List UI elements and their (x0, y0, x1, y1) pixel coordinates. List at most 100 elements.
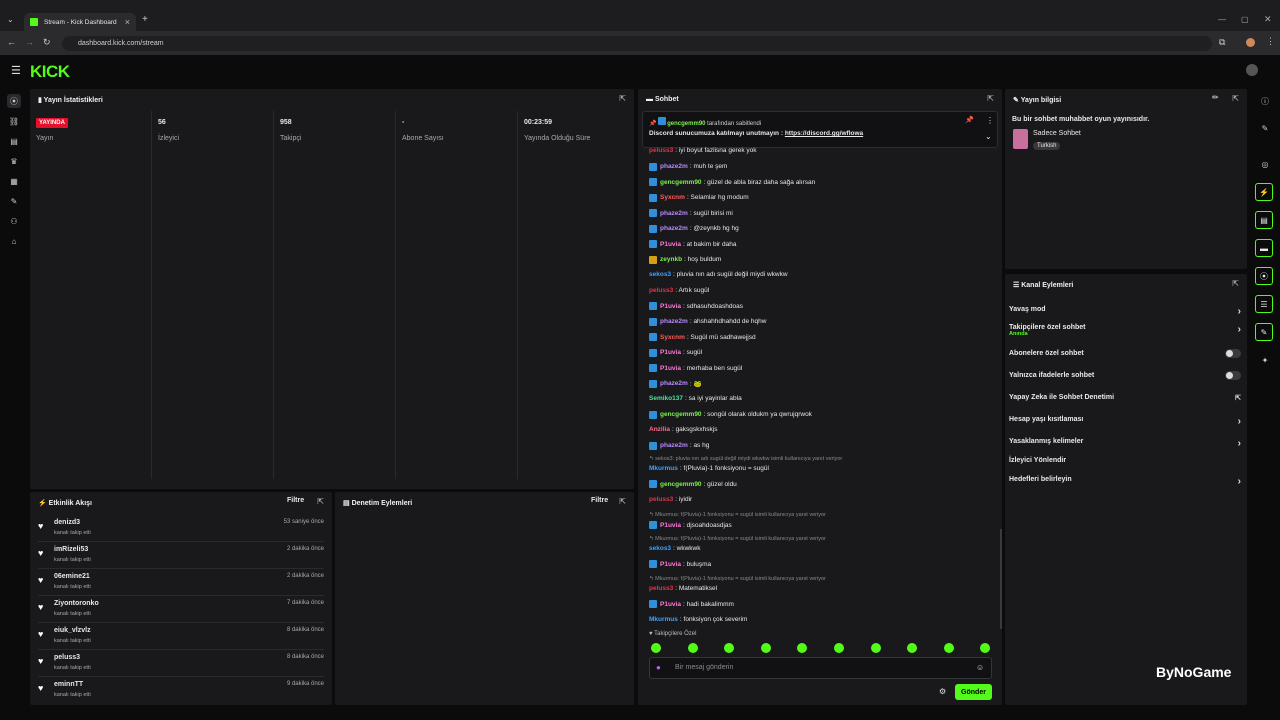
chat-username[interactable]: phaze2m (660, 318, 688, 325)
chat-username[interactable]: phaze2m (660, 210, 688, 217)
chat-username[interactable]: Syxcnm (660, 334, 685, 341)
toggle-switch[interactable] (1225, 371, 1241, 380)
unpin-icon[interactable]: 📌 (965, 116, 974, 124)
follower-name[interactable]: eminnTT (54, 681, 83, 688)
chat-username[interactable]: peluss3 (649, 585, 673, 592)
external-link-icon[interactable]: ⇱ (1235, 394, 1241, 402)
edit-icon[interactable]: ✏ (1212, 93, 1219, 102)
channel-action-item[interactable]: Takipçilere özel sohbet Anında › (1009, 324, 1241, 337)
chevron-right-icon[interactable]: › (1238, 416, 1241, 427)
follower-name[interactable]: eiuk_vlzvlz (54, 627, 91, 634)
toggle-switch[interactable] (1225, 349, 1241, 358)
chat-username[interactable]: zeynkb (660, 256, 682, 263)
mic-icon[interactable]: ● (656, 663, 661, 672)
channel-action-item[interactable]: Abonelere özel sohbet (1009, 349, 1241, 358)
channel-action-item[interactable]: Yalnızca ifadelerle sohbet (1009, 371, 1241, 380)
chat-username[interactable]: sekos3 (649, 545, 671, 552)
emote-icon[interactable] (760, 643, 771, 653)
chat-icon[interactable]: ▬ (1255, 239, 1273, 257)
emote-icon[interactable] (651, 643, 661, 653)
channel-action-item[interactable]: Yasaklanmış kelimeler › (1009, 438, 1241, 449)
chat-username[interactable]: phaze2m (660, 163, 688, 170)
channel-action-item[interactable]: İzleyici Yönlendir (1009, 457, 1241, 464)
chat-username[interactable]: P1uvia (660, 303, 681, 310)
category-name[interactable]: Sadece Sohbet (1033, 130, 1081, 137)
moderation-filter-button[interactable]: Filtre (591, 497, 608, 504)
chat-username[interactable]: phaze2m (660, 225, 688, 232)
follower-name[interactable]: Ziyontoronko (54, 600, 99, 607)
document-icon[interactable]: ▤ (1255, 211, 1273, 229)
tab-list-icon[interactable]: ⌄ (7, 15, 14, 24)
channel-action-item[interactable]: Hedefleri belirleyin › (1009, 476, 1241, 487)
bolt-icon[interactable]: ⚡ (1255, 183, 1273, 201)
popout-icon[interactable]: ⇱ (987, 94, 994, 103)
pencil-icon[interactable]: ✎ (1258, 121, 1272, 135)
browser-tab[interactable]: Stream - Kick Dashboard × (24, 13, 136, 31)
minimize-icon[interactable]: — (1218, 15, 1226, 24)
popout-icon[interactable]: ⇱ (619, 497, 626, 506)
chat-username[interactable]: phaze2m (660, 442, 688, 449)
close-window-icon[interactable]: ✕ (1264, 14, 1272, 25)
chevron-right-icon[interactable]: › (1238, 438, 1241, 449)
chat-username[interactable]: peluss3 (649, 147, 673, 154)
follower-name[interactable]: denizd3 (54, 519, 80, 526)
user-avatar[interactable] (1246, 64, 1258, 76)
wrench-icon[interactable]: ✎ (1255, 323, 1273, 341)
chat-input[interactable]: ● Bir mesaj gönderin ☺ (649, 657, 992, 679)
chat-username[interactable]: Semiko137 (649, 395, 683, 402)
chat-username[interactable]: phaze2m (660, 380, 688, 387)
activity-filter-button[interactable]: Filtre (287, 497, 304, 504)
chat-settings-icon[interactable]: ⚙ (939, 687, 946, 696)
wrench-icon[interactable]: ✎ (7, 194, 21, 208)
chat-scrollbar[interactable] (1000, 529, 1002, 629)
address-input[interactable]: dashboard.kick.com/stream (62, 36, 1212, 51)
channel-action-item[interactable]: Hesap yaşı kısıtlaması › (1009, 416, 1241, 427)
popout-icon[interactable]: ⇱ (1232, 94, 1239, 103)
chat-username[interactable]: P1uvia (660, 349, 681, 356)
chat-username[interactable]: P1uvia (660, 522, 681, 529)
chat-username[interactable]: Mkurmus (649, 616, 678, 623)
more-options-icon[interactable]: ⋮ (986, 116, 994, 125)
back-icon[interactable]: ← (7, 37, 16, 47)
chat-username[interactable]: P1uvia (660, 561, 681, 568)
add-widget-icon[interactable]: ✦ (1258, 353, 1272, 367)
close-tab-icon[interactable]: × (125, 17, 130, 27)
kick-logo[interactable]: KICK (30, 62, 70, 82)
popout-icon[interactable]: ⇱ (1232, 279, 1239, 288)
chat-username[interactable]: Anzilia (649, 426, 670, 433)
hamburger-menu-icon[interactable]: ☰ (11, 64, 21, 77)
maximize-icon[interactable]: ▢ (1241, 15, 1249, 24)
chat-username[interactable]: gencgemm90 (660, 179, 702, 186)
emote-icon[interactable] (834, 643, 844, 653)
send-button[interactable]: Gönder (955, 684, 992, 700)
chevron-right-icon[interactable]: › (1238, 476, 1241, 487)
forward-icon[interactable]: → (25, 37, 34, 47)
emote-icon[interactable] (687, 643, 698, 653)
community-icon[interactable]: ⌂ (7, 234, 21, 248)
reload-icon[interactable]: ↻ (43, 37, 51, 48)
pinned-link[interactable]: https://discord.gg/wflowa (785, 130, 863, 137)
clip-icon[interactable]: ▦ (7, 174, 21, 188)
stream-icon[interactable]: ⦿ (7, 94, 21, 108)
chat-username[interactable]: P1uvia (660, 601, 681, 608)
popout-icon[interactable]: ⇱ (619, 94, 626, 103)
new-tab-button[interactable]: + (142, 14, 148, 25)
chevron-right-icon[interactable]: › (1238, 324, 1241, 335)
chevron-down-icon[interactable]: ⌄ (985, 132, 992, 141)
emoji-icon[interactable]: ☺ (976, 663, 984, 672)
chevron-right-icon[interactable]: › (1238, 306, 1241, 317)
list-icon[interactable]: ☰ (1255, 295, 1273, 313)
profile-avatar[interactable] (1246, 38, 1255, 47)
chat-username[interactable]: Syxcnm (660, 194, 685, 201)
channel-action-item[interactable]: Yavaş mod › (1009, 306, 1241, 317)
info-icon[interactable]: ⓘ (1258, 94, 1272, 108)
chat-username[interactable]: peluss3 (649, 287, 673, 294)
chat-username[interactable]: peluss3 (649, 496, 673, 503)
trophy-icon[interactable]: ♛ (7, 154, 21, 168)
chat-username[interactable]: gencgemm90 (660, 481, 702, 488)
camera-icon[interactable]: ◎ (1258, 157, 1272, 171)
video-icon[interactable]: ▤ (7, 134, 21, 148)
users-icon[interactable]: ⚇ (7, 214, 21, 228)
emote-icon[interactable] (943, 643, 954, 653)
follower-name[interactable]: 06emine21 (54, 573, 90, 580)
